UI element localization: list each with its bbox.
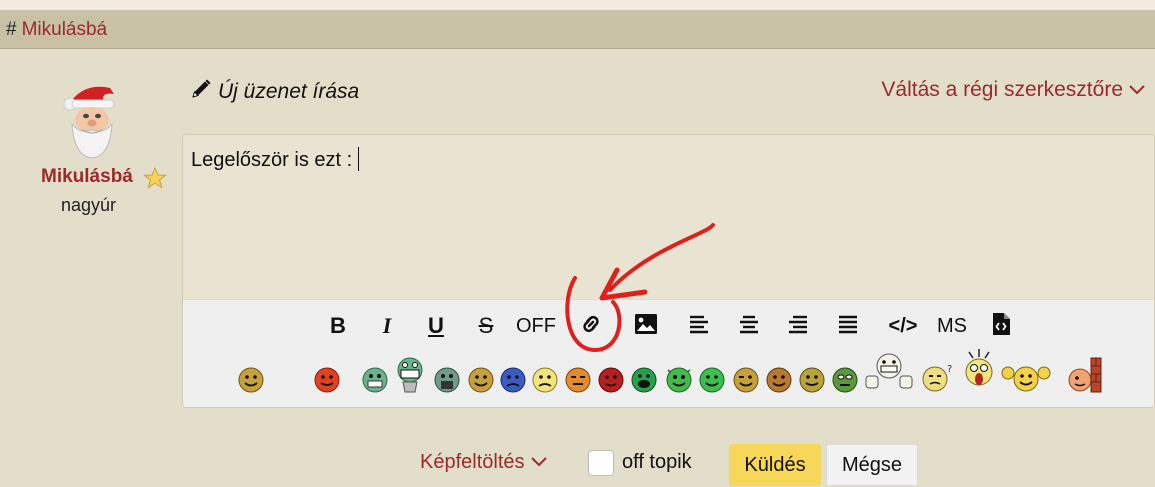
smiley-sleepy[interactable] xyxy=(564,366,592,399)
smiley-shocked[interactable] xyxy=(433,366,461,399)
italic-button[interactable]: I xyxy=(372,310,402,342)
user-rank: nagyúr xyxy=(61,195,117,215)
underline-button[interactable]: U xyxy=(421,310,451,342)
ms-label: MS xyxy=(937,314,967,337)
image-button[interactable] xyxy=(630,310,662,342)
smiley-sick[interactable] xyxy=(831,366,859,399)
switch-editor-link[interactable]: Váltás a régi szerkesztőre xyxy=(881,78,1145,102)
smiley-yell[interactable] xyxy=(630,366,658,399)
align-left-icon xyxy=(688,314,710,339)
text-caret xyxy=(358,147,360,171)
chevron-down-icon xyxy=(525,451,547,474)
chevron-down-icon xyxy=(1123,78,1145,102)
link-icon xyxy=(578,311,604,342)
off-button[interactable]: OFF xyxy=(513,310,559,342)
align-left-button[interactable] xyxy=(683,310,715,342)
off-label: OFF xyxy=(516,314,556,337)
smiley-alien[interactable] xyxy=(664,364,694,399)
smiley-grin[interactable] xyxy=(237,366,265,399)
file-code-icon xyxy=(991,312,1011,341)
link-button[interactable] xyxy=(575,310,607,342)
align-right-icon xyxy=(787,314,809,339)
smiley-big-grin[interactable] xyxy=(395,356,425,399)
smiley-angry[interactable] xyxy=(313,366,341,399)
new-message-label: Új üzenet írása xyxy=(218,80,360,103)
svg-text:?: ? xyxy=(947,364,952,375)
smiley-confused[interactable]: ? xyxy=(921,362,955,399)
message-textarea[interactable]: Legelőször is ezt : xyxy=(183,135,1154,299)
image-upload-label: Képfeltöltés xyxy=(420,451,525,473)
message-content: Legelőször is ezt : xyxy=(191,149,353,171)
smiley-banging-wall[interactable] xyxy=(1065,356,1103,399)
align-center-button[interactable] xyxy=(733,310,765,342)
smiley-neutral[interactable] xyxy=(798,366,826,399)
image-upload-dropdown[interactable]: Képfeltöltés xyxy=(420,451,547,474)
underline-label: U xyxy=(428,313,444,338)
message-editor: Legelőször is ezt : B I U S OFF </> MS ? xyxy=(182,134,1155,408)
strikethrough-button[interactable]: S xyxy=(471,310,501,342)
bold-button[interactable]: B xyxy=(323,310,353,342)
hash-symbol: # xyxy=(6,19,17,40)
code-button[interactable]: </> xyxy=(883,310,923,342)
ms-button[interactable]: MS xyxy=(933,310,971,342)
smiley-scream[interactable] xyxy=(963,348,995,397)
strikethrough-label: S xyxy=(478,313,494,338)
smiley-wink[interactable] xyxy=(732,366,760,399)
cancel-button[interactable]: Mégse xyxy=(826,444,918,486)
justify-button[interactable] xyxy=(832,310,864,342)
align-right-button[interactable] xyxy=(782,310,814,342)
code-label: </> xyxy=(888,314,918,337)
topic-title[interactable]: Mikulásbá xyxy=(22,19,108,40)
align-center-icon xyxy=(738,314,760,339)
star-icon xyxy=(143,166,167,190)
switch-editor-label: Váltás a régi szerkesztőre xyxy=(881,78,1123,101)
pencil-icon xyxy=(190,78,218,106)
bold-label: B xyxy=(330,313,346,338)
file-code-button[interactable] xyxy=(987,310,1015,342)
smiley-waving[interactable] xyxy=(1000,362,1052,399)
formatting-toolbar: B I U S OFF </> MS ? xyxy=(183,299,1154,407)
smiley-thumbs-up[interactable] xyxy=(863,352,915,397)
breadcrumb: # Mikulásbá xyxy=(0,11,1155,49)
smiley-smile[interactable] xyxy=(467,366,495,399)
off-topic-checkbox[interactable] xyxy=(588,450,614,476)
image-icon xyxy=(634,313,658,340)
smiley-brown[interactable] xyxy=(765,366,793,399)
smiley-green-smile[interactable] xyxy=(698,366,726,399)
justify-icon xyxy=(837,314,859,339)
send-button[interactable]: Küldés xyxy=(729,444,821,486)
italic-label: I xyxy=(382,313,392,338)
avatar[interactable] xyxy=(60,80,122,160)
off-topic-label: off topik xyxy=(622,451,692,473)
top-strip xyxy=(0,0,1155,11)
smiley-teeth[interactable] xyxy=(361,366,389,399)
new-message-heading: Új üzenet írása xyxy=(190,78,359,106)
smiley-devil[interactable] xyxy=(597,366,625,399)
username[interactable]: Mikulásbá xyxy=(41,166,133,188)
smiley-sad-blue[interactable] xyxy=(499,366,527,399)
smiley-worried[interactable] xyxy=(531,366,559,399)
